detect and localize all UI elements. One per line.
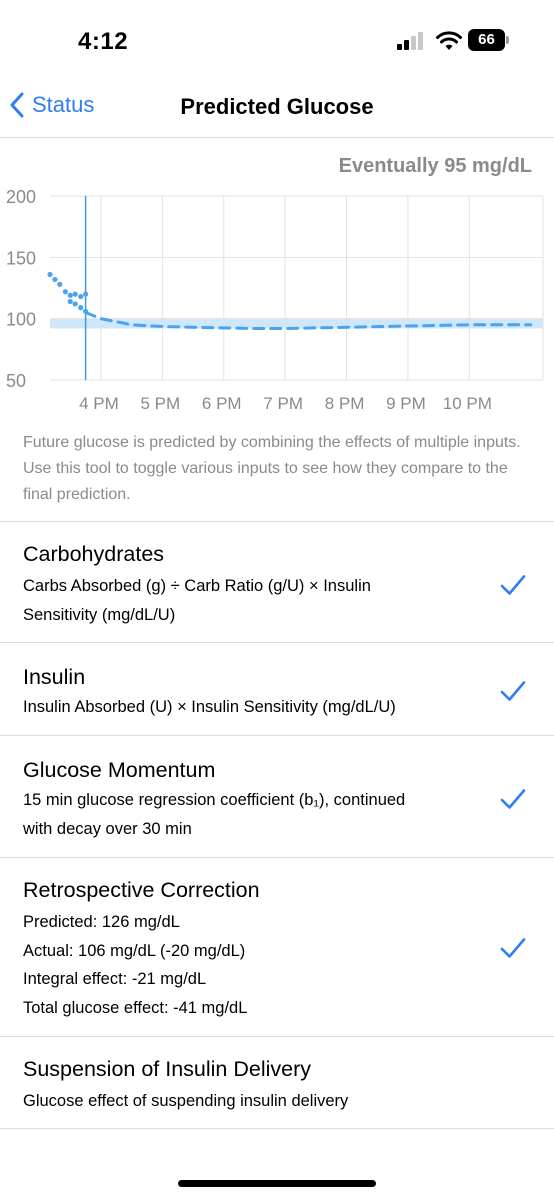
input-formula: Glucose effect of suspending insulin del… xyxy=(23,1087,483,1116)
input-formula-line: with decay over 30 min xyxy=(23,819,192,838)
clock: 4:12 xyxy=(78,28,129,55)
checkmark-icon[interactable] xyxy=(500,574,526,596)
input-formula-line: Carbs Absorbed (g) ÷ Carb Ratio (g/U) × … xyxy=(23,577,371,595)
battery-icon: 66 xyxy=(468,29,510,51)
y-tick-label: 100 xyxy=(6,310,36,330)
input-formula-line: Total glucose effect: -41 mg/dL xyxy=(23,998,248,1017)
glucose-reading-point xyxy=(78,305,84,311)
input-formula: Predicted: 126 mg/dL Actual: 106 mg/dL (-… xyxy=(23,908,483,1022)
input-row-glucose-momentum[interactable]: Glucose Momentum 15 min glucose regressio… xyxy=(0,735,554,857)
x-tick-label: 10 PM xyxy=(443,394,492,413)
checkmark-icon[interactable] xyxy=(500,788,526,810)
divider xyxy=(0,1128,554,1129)
glucose-reading-point xyxy=(57,281,63,287)
page-title: Predicted Glucose xyxy=(180,94,374,119)
status-bar: 4:12 66 xyxy=(0,0,554,84)
input-row-insulin[interactable]: Insulin Insulin Absorbed (U) × Insulin Se… xyxy=(0,642,554,735)
glucose-reading-point xyxy=(83,291,89,297)
input-row-suspension-of-insulin-delivery[interactable]: Suspension of Insulin Delivery Glucose ef… xyxy=(0,1036,554,1128)
input-title: Glucose Momentum xyxy=(23,758,216,782)
x-tick-label: 4 PM xyxy=(79,394,119,413)
x-tick-label: 8 PM xyxy=(325,394,365,413)
input-formula-line: Actual: 106 mg/dL (-20 mg/dL) xyxy=(23,941,246,960)
checkmark-icon[interactable] xyxy=(500,937,526,959)
navigation-bar: Status Predicted Glucose xyxy=(0,84,554,138)
eventual-glucose-label: Eventually 95 mg/dL xyxy=(338,155,532,177)
input-title: Carbohydrates xyxy=(23,542,165,566)
input-formula-line: Sensitivity (mg/dL/U) xyxy=(23,605,176,624)
input-title: Insulin xyxy=(23,665,86,689)
input-row-retrospective-correction[interactable]: Retrospective Correction Predicted: 126 m… xyxy=(0,857,554,1036)
x-tick-label: 7 PM xyxy=(263,394,303,413)
home-indicator xyxy=(178,1180,376,1187)
x-tick-label: 6 PM xyxy=(202,394,242,413)
input-formula: 15 min glucose regression coefficient (b… xyxy=(23,786,483,843)
y-tick-label: 200 xyxy=(6,187,36,207)
input-row-carbohydrates[interactable]: Carbohydrates Carbs Absorbed (g) ÷ Carb R… xyxy=(0,521,554,642)
input-formula-line: Predicted: 126 mg/dL xyxy=(23,913,180,931)
glucose-reading-point xyxy=(67,298,73,305)
x-tick-label: 5 PM xyxy=(141,394,181,413)
glucose-reading-point xyxy=(78,293,84,300)
cellular-signal-icon xyxy=(397,32,425,50)
input-title: Suspension of Insulin Delivery xyxy=(23,1057,312,1081)
wifi-icon xyxy=(436,31,462,50)
input-formula-line: Integral effect: -21 mg/dL xyxy=(23,970,207,988)
glucose-reading-point xyxy=(62,289,68,295)
input-formula: Carbs Absorbed (g) ÷ Carb Ratio (g/U) × … xyxy=(23,572,483,629)
input-title: Retrospective Correction xyxy=(23,878,260,902)
x-tick-label: 9 PM xyxy=(386,394,426,413)
glucose-reading-point xyxy=(47,271,53,278)
description-text: Future glucose is predicted by combining… xyxy=(23,434,521,503)
battery-level: 66 xyxy=(468,29,505,51)
input-formula: Insulin Absorbed (U) × Insulin Sensitivi… xyxy=(23,693,483,722)
glucose-reading-point xyxy=(72,291,78,297)
glucose-reading-point xyxy=(72,301,78,307)
glucose-reading-point xyxy=(52,276,58,283)
input-formula-line: 15 min glucose regression coefficient (b… xyxy=(23,791,406,809)
y-tick-label: 50 xyxy=(6,371,26,391)
input-formula-line: Glucose effect of suspending insulin del… xyxy=(23,1092,349,1110)
glucose-reading-point xyxy=(67,292,73,298)
predicted-glucose-chart: 200 150 100 50 4 PM 5 PM 6 PM 7 PM 8 PM 9 PM 10 PM xyxy=(6,187,544,413)
y-tick-label: 150 xyxy=(6,248,36,268)
checkmark-icon[interactable] xyxy=(500,680,526,702)
input-formula-line: Insulin Absorbed (U) × Insulin Sensitivi… xyxy=(23,698,396,716)
